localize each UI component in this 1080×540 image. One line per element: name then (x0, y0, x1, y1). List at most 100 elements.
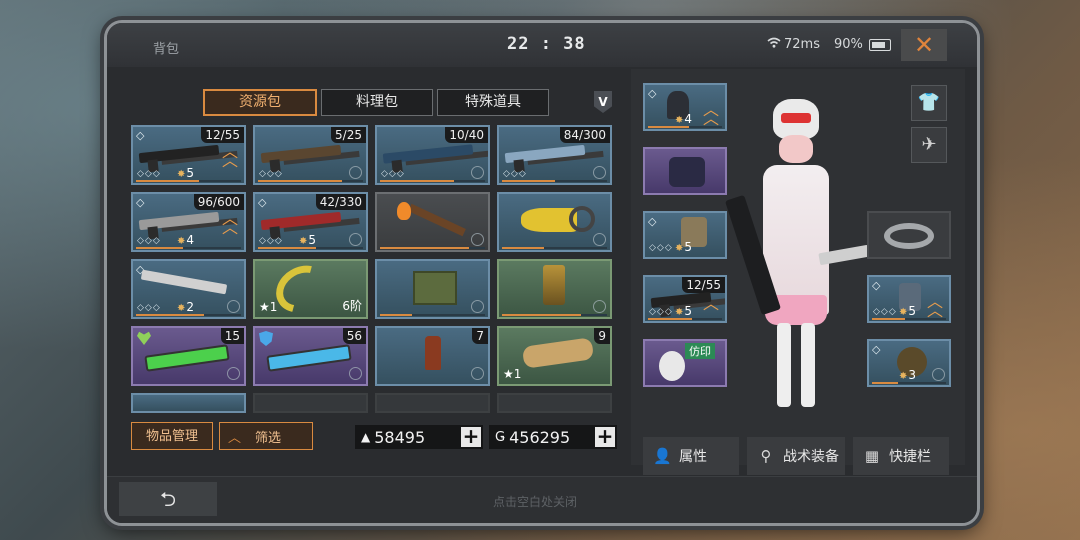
recycle-icon (593, 166, 606, 179)
inventory-item-empty[interactable] (375, 393, 490, 413)
parts-amount: 58495 (374, 427, 426, 447)
durability-bar (136, 247, 241, 249)
star-count: ★1 (503, 367, 522, 381)
drone-icon: ✈ (921, 134, 937, 155)
clock: 22 : 38 (507, 34, 586, 54)
equip-slot-ring[interactable] (867, 211, 951, 259)
inventory-item[interactable] (375, 192, 490, 252)
equip-slot-pet[interactable]: ◇ 3 (867, 339, 951, 387)
mask-icon (659, 351, 685, 381)
battery-percent: 90% (834, 37, 863, 52)
rifle-icon (138, 144, 220, 164)
add-parts-button[interactable]: + (461, 426, 481, 447)
character-head (779, 135, 813, 163)
quality-dots: ◇◇◇ (259, 169, 283, 179)
quality-dots: ◇◇◇ (137, 169, 161, 179)
inventory-item[interactable]: 15 (131, 326, 246, 386)
recycle-icon (227, 300, 240, 313)
battery-status: 90% (834, 37, 891, 52)
chainsaw-blade-icon (569, 206, 595, 232)
tab-food-pack[interactable]: 料理包 (321, 89, 433, 116)
drone-button[interactable]: ✈ (911, 127, 947, 163)
equip-slot-backpack[interactable] (643, 147, 727, 195)
inventory-item[interactable]: 9 ★1 (497, 326, 612, 386)
upgrade-stage: 6阶 (342, 299, 362, 313)
ammo-count: 42/330 (315, 194, 366, 210)
item-level: 3 (899, 368, 916, 382)
quality-dots: ◇◇◇ (649, 243, 673, 253)
rank-chevron-icon: ︿ ︿ (221, 209, 238, 237)
quality-dots: ◇◇◇ (137, 303, 161, 313)
quickbar-button[interactable]: ▦ 快捷栏 (853, 437, 949, 475)
durability-bar (380, 180, 485, 182)
torch-icon (408, 203, 466, 237)
inventory-item-empty[interactable] (497, 393, 612, 413)
durability-bar (502, 314, 607, 316)
inventory-item[interactable]: ★1 6阶 (253, 259, 368, 319)
attributes-button[interactable]: 👤 属性 (643, 437, 739, 475)
equip-slot-mask[interactable]: 仿印 (643, 339, 727, 387)
ammo-count: 84/300 (559, 127, 610, 143)
ammo-count: 12/55 (682, 277, 725, 293)
inventory-item[interactable] (131, 393, 246, 413)
diamond-icon: ◇ (872, 343, 881, 356)
filter-label: 筛选 (255, 430, 282, 446)
filter-button[interactable]: ︿ 筛选 (219, 422, 313, 450)
inventory-item[interactable]: ◇ 12/55 ︿︿ ◇◇◇ 5 (131, 125, 246, 185)
item-level: 5 (675, 304, 692, 318)
smg-icon (504, 144, 586, 164)
top-bar: 背包 22 : 38 72ms 90% ✕ (107, 23, 977, 67)
inventory-item[interactable]: ◇ 96/600 ︿︿ ◇◇◇ 4 (131, 192, 246, 252)
rank-chevron-icon: ︿ ︿ (221, 142, 238, 170)
attributes-label: 属性 (679, 449, 707, 465)
network-status: 72ms (767, 37, 820, 52)
heart-badge-icon (137, 331, 151, 345)
inventory-item[interactable]: 10/40 ◇◇◇ (375, 125, 490, 185)
vip-badge-icon[interactable]: V (594, 91, 612, 113)
rifle-red-icon (260, 211, 342, 231)
item-level: 2 (177, 300, 194, 314)
equip-slot-armor[interactable]: ◇ ◇◇◇ 5 (643, 211, 727, 259)
inventory-item[interactable]: ◇ ◇◇◇ 2 (131, 259, 246, 319)
tab-special-items[interactable]: 特殊道具 (437, 89, 549, 116)
item-count: 9 (594, 328, 610, 344)
inventory-item[interactable] (497, 259, 612, 319)
inventory-item-empty[interactable] (253, 393, 368, 413)
outfit-button[interactable]: 👕 (911, 85, 947, 121)
item-management-button[interactable]: 物品管理 (131, 422, 213, 450)
recycle-icon (471, 233, 484, 246)
inventory-item[interactable] (497, 192, 612, 252)
tripod-icon: ⚲ (760, 447, 772, 465)
back-button[interactable]: ⮌ (119, 482, 217, 516)
shirt-icon: 👕 (917, 92, 941, 113)
quality-dots: ◇◇◇ (259, 236, 283, 246)
equip-slot-helmet[interactable]: ◇ 4 ︿︿ (643, 83, 727, 131)
inventory-item[interactable]: ◇ 42/330 ◇◇◇ 5 (253, 192, 368, 252)
inventory-item[interactable]: 84/300 ◇◇◇ (497, 125, 612, 185)
tactical-gear-button[interactable]: ⚲ 战术装备 (747, 437, 845, 475)
tactical-gear-label: 战术装备 (783, 449, 839, 465)
blue-syringe-icon (266, 344, 352, 372)
backpack-window: 背包 22 : 38 72ms 90% ✕ 资源包 料理包 特殊道具 V ◇ 1… (104, 20, 980, 526)
equip-slot-weapon[interactable]: 12/55 ︿ ◇◇◇ 5 (643, 275, 727, 323)
scythe-icon (267, 261, 337, 317)
item-level: 4 (177, 233, 194, 247)
person-icon: 👤 (653, 447, 672, 465)
green-syringe-icon (144, 344, 230, 372)
rank-chevron-icon: ︿ ︿ (926, 292, 943, 320)
inventory-item[interactable] (375, 259, 490, 319)
item-level: 5 (899, 304, 916, 318)
recycle-icon (471, 367, 484, 380)
inventory-item[interactable]: 7 (375, 326, 490, 386)
item-count: 15 (220, 328, 244, 344)
close-button[interactable]: ✕ (901, 29, 947, 61)
close-icon: ✕ (913, 31, 935, 59)
equip-slot-vest[interactable]: ◇ ︿︿ ◇◇◇ 5 (867, 275, 951, 323)
ring-icon (884, 223, 934, 249)
item-level: 5 (675, 240, 692, 254)
tab-resource-pack[interactable]: 资源包 (203, 89, 317, 116)
recycle-icon (349, 233, 362, 246)
inventory-item[interactable]: 5/25 ◇◇◇ (253, 125, 368, 185)
add-gold-button[interactable]: + (595, 426, 615, 447)
inventory-item[interactable]: 56 (253, 326, 368, 386)
